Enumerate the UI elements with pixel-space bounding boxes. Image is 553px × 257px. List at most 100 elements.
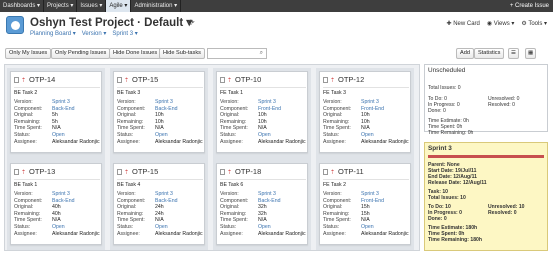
field-value[interactable]: Sprint 3 <box>155 99 173 105</box>
card-header: ⇡ OTP-12 <box>323 75 364 84</box>
priority-icon: ⇡ <box>330 170 336 176</box>
field-label: Time Spent: <box>117 125 145 132</box>
field-label: Status: <box>220 132 237 138</box>
nav-agile[interactable]: Agile ▾ <box>106 0 132 12</box>
field-value: 10h <box>361 112 370 119</box>
issue-card[interactable]: ⇡ OTP-15 BE Task 3 Version: Sprint 3 Componen… <box>113 71 205 153</box>
field-label: Original: <box>220 112 240 119</box>
field-value[interactable]: Back-End <box>155 198 178 204</box>
field-label: Remaining: <box>117 210 144 217</box>
create-issue-link[interactable]: + Create Issue <box>510 0 549 12</box>
card-key[interactable]: OTP-11 <box>338 167 364 176</box>
field-value[interactable]: Sprint 3 <box>361 191 379 197</box>
card-key[interactable]: OTP-15 <box>132 167 158 176</box>
field-value[interactable]: Sprint 3 <box>361 99 379 105</box>
issue-card[interactable]: ⇡ OTP-11 FE Task 2 Version: Sprint 3 Componen… <box>319 163 411 245</box>
page-title[interactable]: Oshyn Test Project · Default ▾ <box>30 15 192 29</box>
field-label: Component: <box>117 105 146 112</box>
field-label: Original: <box>117 112 137 119</box>
views-button[interactable]: ◉ Views ▾ <box>487 20 514 27</box>
issue-card[interactable]: ⇡ OTP-18 BE Task 6 Version: Sprint 3 Componen… <box>216 163 308 245</box>
field-label: Status: <box>323 224 340 230</box>
list-view-icon[interactable]: ☰ <box>508 48 520 59</box>
field-value[interactable]: Back-End <box>52 198 75 204</box>
card-divider <box>220 179 306 180</box>
field-value[interactable]: Sprint 3 <box>258 99 276 105</box>
field-value: N/A <box>155 125 164 132</box>
filter-toolbar: Only My Issues Only Pending Issues Hide … <box>5 48 548 60</box>
field-value[interactable]: Open <box>155 224 168 230</box>
add-button[interactable]: Add <box>456 48 474 59</box>
field-value[interactable]: Back-End <box>52 106 75 112</box>
planning-board: ⇡ OTP-14 BE Task 2 Version: Sprint 3 Componen… <box>4 64 420 251</box>
field-value[interactable]: Open <box>361 132 374 138</box>
field-value: 10h <box>155 112 164 119</box>
card-key[interactable]: OTP-14 <box>29 75 55 84</box>
field-value[interactable]: Sprint 3 <box>155 191 173 197</box>
card-key[interactable]: OTP-10 <box>235 75 261 84</box>
field-value[interactable]: Open <box>52 224 65 230</box>
field-value: Aleksandar Radonjic <box>155 138 203 145</box>
new-card-button[interactable]: ✚ New Card <box>447 20 480 27</box>
card-key[interactable]: OTP-13 <box>29 167 55 176</box>
field-value[interactable]: Open <box>361 224 374 230</box>
field-label: Assignee: <box>220 138 243 145</box>
statistics-button[interactable]: Statistics <box>474 48 505 59</box>
search-input[interactable]: ⌕ <box>207 48 267 59</box>
card-divider <box>220 87 306 88</box>
field-value[interactable]: Back-End <box>155 106 178 112</box>
side-panel: Unscheduled Total Issues: 0 To Do: 0 In … <box>424 64 548 251</box>
card-key[interactable]: OTP-18 <box>235 167 261 176</box>
field-value[interactable]: Front-End <box>361 106 384 112</box>
nav-administration[interactable]: Administration ▾ <box>131 0 182 12</box>
field-value[interactable]: Open <box>258 132 271 138</box>
version-dropdown[interactable]: Version ▾ <box>82 30 107 37</box>
priority-icon: ⇡ <box>330 78 336 84</box>
only-pending-issues-button[interactable]: Only Pending Issues <box>51 48 111 59</box>
field-label: Remaining: <box>323 210 350 217</box>
nav-dashboards[interactable]: Dashboards ▾ <box>0 0 45 12</box>
views-label: Views ▾ <box>493 21 515 27</box>
board-column: ⇡ OTP-15 BE Task 3 Version: Sprint 3 Componen… <box>110 68 208 250</box>
field-value[interactable]: Sprint 3 <box>52 191 70 197</box>
tools-button[interactable]: ⚙ Tools ▾ <box>521 20 547 27</box>
field-value[interactable]: Sprint 3 <box>52 99 70 105</box>
nav-projects[interactable]: Projects ▾ <box>44 0 78 12</box>
card-header: ⇡ OTP-18 <box>220 167 261 176</box>
issue-card[interactable]: ⇡ OTP-13 BE Task 1 Version: Sprint 3 Componen… <box>10 163 102 245</box>
issue-card[interactable]: ⇡ OTP-14 BE Task 2 Version: Sprint 3 Componen… <box>10 71 102 153</box>
unscheduled-panel[interactable]: Unscheduled Total Issues: 0 To Do: 0 In … <box>424 64 548 136</box>
issue-card[interactable]: ⇡ OTP-10 FE Task 1 Version: Sprint 3 Componen… <box>216 71 308 153</box>
field-value[interactable]: Open <box>258 224 271 230</box>
field-value[interactable]: Back-End <box>258 198 281 204</box>
only-my-issues-button[interactable]: Only My Issues <box>5 48 52 59</box>
grid-view-icon[interactable]: ▦ <box>525 48 537 59</box>
card-divider <box>117 179 203 180</box>
hide-subtasks-button[interactable]: Hide Sub-tasks <box>159 48 205 59</box>
field-value[interactable]: Front-End <box>361 198 384 204</box>
card-key[interactable]: OTP-12 <box>338 75 364 84</box>
refresh-icon[interactable]: ⟳ <box>188 18 195 27</box>
field-value[interactable]: Open <box>155 132 168 138</box>
card-summary: FE Task 2 <box>323 182 346 188</box>
field-label: Original: <box>117 204 137 211</box>
field-label: Assignee: <box>323 230 346 237</box>
nav-issues[interactable]: Issues ▾ <box>77 0 107 12</box>
field-label: Version: <box>14 191 33 197</box>
planning-board-dropdown[interactable]: Planning Board ▾ <box>30 30 76 37</box>
field-value[interactable]: Sprint 3 <box>258 191 276 197</box>
field-value[interactable]: Open <box>52 132 65 138</box>
field-label: Original: <box>14 204 34 211</box>
issue-card[interactable]: ⇡ OTP-12 FE Task 3 Version: Sprint 3 Componen… <box>319 71 411 153</box>
field-label: Status: <box>14 132 31 138</box>
task-type-icon <box>117 77 122 83</box>
task-type-icon <box>14 77 19 83</box>
card-header: ⇡ OTP-10 <box>220 75 261 84</box>
card-key[interactable]: OTP-15 <box>132 75 158 84</box>
card-header: ⇡ OTP-15 <box>117 167 158 176</box>
field-value[interactable]: Front-End <box>258 106 281 112</box>
issue-card[interactable]: ⇡ OTP-15 BE Task 4 Version: Sprint 3 Componen… <box>113 163 205 245</box>
sprint-panel[interactable]: Sprint 3 Parent: None Start Date: 19/Jul… <box>424 142 548 251</box>
hide-done-issues-button[interactable]: Hide Done Issues <box>109 48 162 59</box>
sprint-dropdown[interactable]: Sprint 3 ▾ <box>112 30 137 37</box>
